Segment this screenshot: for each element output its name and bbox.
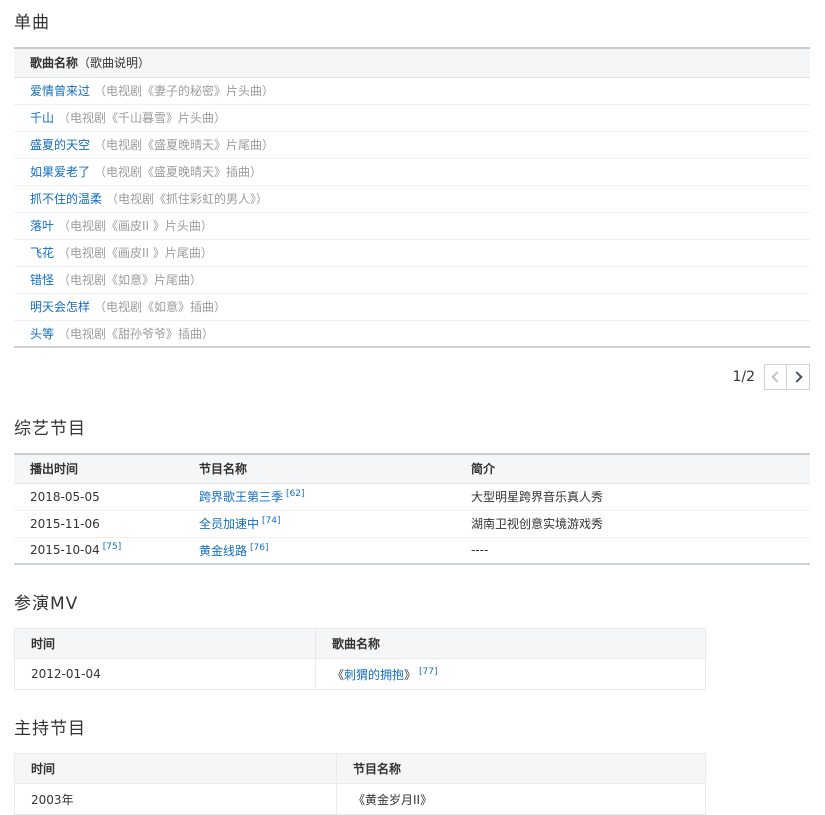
air-date: 2015-10-04[75] bbox=[14, 537, 183, 564]
show-desc: ---- bbox=[455, 537, 810, 564]
table-row: 爱情曾来过 （电视剧《妻子的秘密》片头曲） bbox=[14, 77, 810, 104]
chevron-right-icon bbox=[791, 371, 802, 382]
show-desc: 湖南卫视创意实境游戏秀 bbox=[455, 510, 810, 537]
song-note: （电视剧《千山暮雪》片头曲） bbox=[58, 111, 226, 125]
show-link[interactable]: 跨界歌王第三季 bbox=[199, 490, 283, 504]
song-link[interactable]: 头等 bbox=[30, 327, 54, 341]
mv-song-link[interactable]: 刺猬的拥抱 bbox=[344, 668, 404, 682]
article-body: 单曲 歌曲名称（歌曲说明） 爱情曾来过（电视剧《妻子的秘密》片头曲） 千山（电视… bbox=[0, 0, 825, 815]
pagination: 1/2 bbox=[14, 364, 810, 390]
variety-header-desc: 简介 bbox=[455, 454, 810, 483]
variety-header-row: 播出时间 节目名称 简介 bbox=[14, 454, 810, 483]
singles-header-row: 歌曲名称（歌曲说明） bbox=[14, 48, 810, 77]
song-link[interactable]: 抓不住的温柔 bbox=[30, 192, 102, 206]
singles-header-cell: 歌曲名称（歌曲说明） bbox=[14, 48, 810, 77]
song-link[interactable]: 飞花 bbox=[30, 246, 54, 260]
section-title-singles: 单曲 bbox=[14, 8, 810, 33]
song-link[interactable]: 明天会怎样 bbox=[30, 300, 90, 314]
citation-link[interactable]: [62] bbox=[286, 489, 304, 499]
song-note: （电视剧《盛夏晚晴天》片尾曲） bbox=[94, 138, 274, 152]
table-row: 明天会怎样 （电视剧《如意》插曲） bbox=[14, 293, 810, 320]
song-note: （电视剧《妻子的秘密》片头曲） bbox=[94, 84, 274, 98]
variety-table: 播出时间 节目名称 简介 2018-05-05 跨界歌王第三季[62] 大型明星… bbox=[14, 453, 810, 565]
song-note: （电视剧《如意》插曲） bbox=[94, 300, 226, 314]
mv-header-row: 时间 歌曲名称 bbox=[15, 629, 706, 659]
hosting-table: 时间 节目名称 2003年 《黄金岁月II》 bbox=[14, 753, 706, 815]
song-link[interactable]: 爱情曾来过 bbox=[30, 84, 90, 98]
song-note: （电视剧《画皮II 》片尾曲） bbox=[58, 246, 213, 260]
air-date: 2015-11-06 bbox=[14, 510, 183, 537]
song-link[interactable]: 错怪 bbox=[30, 273, 54, 287]
section-title-hosting: 主持节目 bbox=[14, 714, 810, 739]
next-page-button[interactable] bbox=[787, 364, 810, 390]
song-note: （电视剧《甜孙爷爷》插曲） bbox=[58, 327, 214, 341]
pagination-buttons bbox=[764, 364, 810, 390]
prev-page-button[interactable] bbox=[764, 364, 787, 390]
table-row: 飞花 （电视剧《画皮II 》片尾曲） bbox=[14, 239, 810, 266]
citation-link[interactable]: [77] bbox=[419, 667, 437, 677]
hosting-date: 2003年 bbox=[15, 784, 337, 815]
table-row: 2015-11-06 全员加速中[74] 湖南卫视创意实境游戏秀 bbox=[14, 510, 810, 537]
singles-table: 歌曲名称（歌曲说明） 爱情曾来过 （电视剧《妻子的秘密》片头曲） 千山 （电视剧《千… bbox=[14, 47, 810, 348]
section-title-variety: 综艺节目 bbox=[14, 414, 810, 439]
song-note: （电视剧《盛夏晚晴天》插曲） bbox=[94, 165, 262, 179]
variety-header-date: 播出时间 bbox=[14, 454, 183, 483]
mv-header-date: 时间 bbox=[15, 629, 316, 659]
hosting-header-date: 时间 bbox=[15, 754, 337, 784]
singles-header-note: （歌曲说明） bbox=[78, 56, 150, 70]
song-link[interactable]: 如果爱老了 bbox=[30, 165, 90, 179]
bracket: 》 bbox=[404, 668, 416, 682]
table-row: 抓不住的温柔 （电视剧《抓住彩虹的男人》） bbox=[14, 185, 810, 212]
citation-link[interactable]: [74] bbox=[262, 516, 280, 526]
show-link[interactable]: 全员加速中 bbox=[199, 517, 259, 531]
show-desc: 大型明星跨界音乐真人秀 bbox=[455, 483, 810, 510]
table-row: 盛夏的天空 （电视剧《盛夏晚晴天》片尾曲） bbox=[14, 131, 810, 158]
song-note: （电视剧《如意》片尾曲） bbox=[58, 273, 202, 287]
citation-link[interactable]: [76] bbox=[250, 543, 268, 553]
hosting-show-name: 《黄金岁月II》 bbox=[337, 784, 706, 815]
song-link[interactable]: 千山 bbox=[30, 111, 54, 125]
singles-header-name: 歌曲名称 bbox=[30, 56, 78, 70]
mv-table: 时间 歌曲名称 2012-01-04 《刺猬的拥抱》[77] bbox=[14, 628, 706, 690]
variety-header-name: 节目名称 bbox=[183, 454, 455, 483]
table-row: 错怪 （电视剧《如意》片尾曲） bbox=[14, 266, 810, 293]
chevron-left-icon bbox=[771, 371, 782, 382]
table-row: 2018-05-05 跨界歌王第三季[62] 大型明星跨界音乐真人秀 bbox=[14, 483, 810, 510]
hosting-header-name: 节目名称 bbox=[337, 754, 706, 784]
section-title-mv: 参演MV bbox=[14, 589, 810, 614]
show-link[interactable]: 黄金线路 bbox=[199, 544, 247, 558]
table-row: 如果爱老了 （电视剧《盛夏晚晴天》插曲） bbox=[14, 158, 810, 185]
song-link[interactable]: 落叶 bbox=[30, 219, 54, 233]
mv-date: 2012-01-04 bbox=[15, 659, 316, 690]
table-row: 落叶 （电视剧《画皮II 》片头曲） bbox=[14, 212, 810, 239]
table-row: 2012-01-04 《刺猬的拥抱》[77] bbox=[15, 659, 706, 690]
mv-header-name: 歌曲名称 bbox=[316, 629, 706, 659]
air-date: 2018-05-05 bbox=[14, 483, 183, 510]
song-note: （电视剧《抓住彩虹的男人》） bbox=[106, 192, 268, 206]
table-row: 头等 （电视剧《甜孙爷爷》插曲） bbox=[14, 320, 810, 347]
table-row: 千山 （电视剧《千山暮雪》片头曲） bbox=[14, 104, 810, 131]
citation-link[interactable]: [75] bbox=[103, 542, 121, 552]
song-note: （电视剧《画皮II 》片头曲） bbox=[58, 219, 213, 233]
page-indicator: 1/2 bbox=[732, 369, 755, 385]
table-row: 2003年 《黄金岁月II》 bbox=[15, 784, 706, 815]
song-link[interactable]: 盛夏的天空 bbox=[30, 138, 90, 152]
bracket: 《 bbox=[332, 668, 344, 682]
table-row: 2015-10-04[75] 黄金线路[76] ---- bbox=[14, 537, 810, 564]
hosting-header-row: 时间 节目名称 bbox=[15, 754, 706, 784]
